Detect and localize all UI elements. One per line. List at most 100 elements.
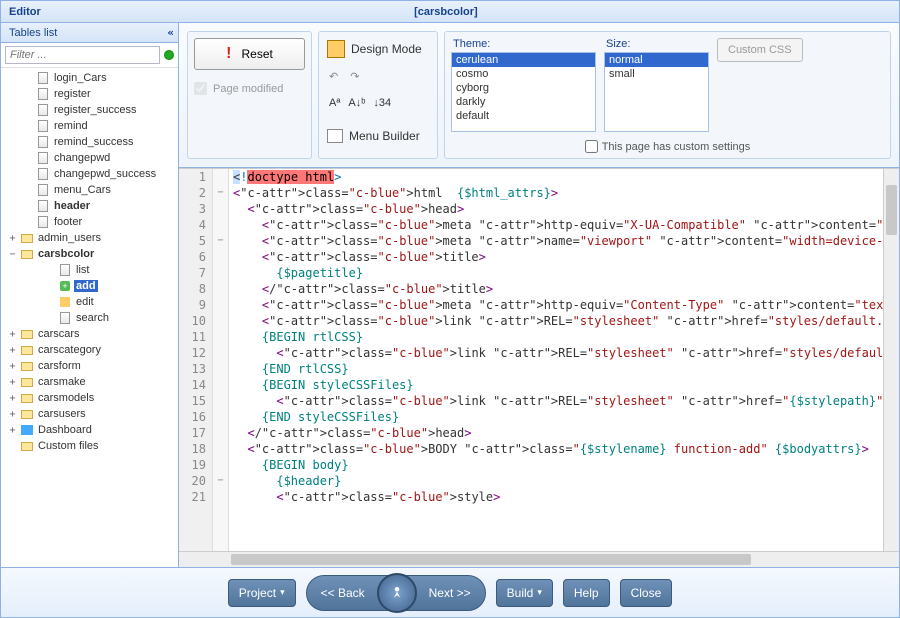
undo-icon[interactable]: ↶ [329, 70, 338, 83]
list-item[interactable]: default [452, 109, 595, 123]
menu-builder-button[interactable]: Menu Builder [325, 129, 431, 143]
sidebar-header: Tables list « [1, 23, 178, 43]
tree-label: header [52, 200, 92, 212]
folder-icon [20, 391, 34, 405]
text-tool-2[interactable]: A↓ᵇ [348, 97, 365, 109]
tree-node[interactable]: +carscategory [1, 342, 178, 358]
code-area[interactable]: <!doctype html><"c-attr">class="c-blue">… [229, 169, 899, 567]
filter-input[interactable] [5, 46, 160, 64]
file-icon [58, 263, 72, 277]
title-bar: Editor [carsbcolor] [1, 1, 899, 23]
tree-label: register_success [52, 104, 139, 116]
expand-icon[interactable]: + [7, 329, 18, 340]
tree-label: changepwd [52, 152, 112, 164]
list-item[interactable]: darkly [452, 95, 595, 109]
tree-node[interactable]: list [1, 262, 178, 278]
filter-row [1, 43, 178, 68]
tree-label: footer [52, 216, 84, 228]
tree-node[interactable]: +add [1, 278, 178, 294]
tree-node[interactable]: edit [1, 294, 178, 310]
text-tool-3[interactable]: ↓34 [373, 97, 391, 109]
tree-node[interactable]: footer [1, 214, 178, 230]
folder-icon [20, 375, 34, 389]
code-editor[interactable]: 123456789101112131415161718192021 −−− <!… [179, 168, 899, 567]
tree-node[interactable]: +carscars [1, 326, 178, 342]
tree-view[interactable]: login_Cars register register_successremind… [1, 68, 178, 567]
custom-settings-checkbox[interactable]: This page has custom settings [451, 140, 884, 153]
edit-icon [58, 295, 72, 309]
list-item[interactable]: small [605, 67, 708, 81]
text-tools-row: Aª A↓ᵇ ↓34 [325, 97, 431, 109]
expand-icon[interactable]: + [7, 425, 18, 436]
tree-node[interactable]: changepwd_success [1, 166, 178, 182]
tree-label: login_Cars [52, 72, 109, 84]
toolbar-group-design: Design Mode ↶ ↷ Aª A↓ᵇ ↓34 Menu Builder [318, 31, 438, 159]
vertical-scrollbar[interactable] [883, 169, 899, 551]
tree-label: menu_Cars [52, 184, 113, 196]
tree-node[interactable]: +carsform [1, 358, 178, 374]
tree-node[interactable]: + Dashboard [1, 422, 178, 438]
custom-css-button[interactable]: Custom CSS [717, 38, 803, 62]
folder-icon [20, 343, 34, 357]
expand-icon[interactable]: + [7, 393, 18, 404]
tree-label: Dashboard [36, 424, 94, 436]
file-icon [36, 103, 50, 117]
tree-label: edit [74, 296, 96, 308]
collapse-icon[interactable]: « [167, 26, 174, 39]
tree-node[interactable]: menu_Cars [1, 182, 178, 198]
help-button[interactable]: Help [563, 579, 610, 607]
file-icon [36, 71, 50, 85]
list-item[interactable]: normal [605, 53, 708, 67]
expand-icon[interactable]: − [7, 249, 18, 260]
page-modified-checkbox[interactable]: Page modified [194, 82, 305, 95]
tree-node[interactable]: +carsmodels [1, 390, 178, 406]
folder-icon [20, 407, 34, 421]
file-icon [58, 311, 72, 325]
tree-node[interactable]: +admin_users [1, 230, 178, 246]
list-item[interactable]: cerulean [452, 53, 595, 67]
file-icon [36, 135, 50, 149]
tree-node[interactable]: +carsmake [1, 374, 178, 390]
tree-node[interactable]: header [1, 198, 178, 214]
project-button[interactable]: Project [228, 579, 296, 607]
text-tool-1[interactable]: Aª [329, 97, 340, 109]
theme-list[interactable]: ceruleancosmocyborgdarklydefault [451, 52, 596, 132]
tree-node[interactable]: −carsbcolor [1, 246, 178, 262]
expand-icon[interactable]: + [7, 409, 18, 420]
reset-button[interactable]: ! Reset [194, 38, 305, 70]
back-button[interactable]: << Back [307, 586, 379, 600]
redo-icon[interactable]: ↷ [350, 70, 359, 83]
custom-settings-input[interactable] [585, 140, 598, 153]
document-title: [carsbcolor] [41, 6, 851, 18]
fold-gutter[interactable]: −−− [213, 169, 229, 567]
tree-node[interactable]: remind_success [1, 134, 178, 150]
tree-node[interactable]: +carsusers [1, 406, 178, 422]
close-button[interactable]: Close [620, 579, 673, 607]
list-item[interactable]: cosmo [452, 67, 595, 81]
run-button[interactable] [377, 573, 417, 613]
tree-node[interactable]: changepwd [1, 150, 178, 166]
tree-label: list [74, 264, 91, 276]
expand-icon[interactable]: + [7, 345, 18, 356]
tree-node[interactable]: search [1, 310, 178, 326]
file-icon [36, 151, 50, 165]
next-button[interactable]: Next >> [415, 586, 485, 600]
build-button[interactable]: Build [496, 579, 553, 607]
expand-icon[interactable]: + [7, 233, 18, 244]
tree-node[interactable]: Custom files [1, 438, 178, 454]
scrollbar-thumb[interactable] [886, 185, 897, 235]
tree-node[interactable]: register_success [1, 102, 178, 118]
file-icon [36, 87, 50, 101]
scrollbar-thumb[interactable] [231, 554, 751, 565]
tree-node[interactable]: register [1, 86, 178, 102]
list-item[interactable]: cyborg [452, 81, 595, 95]
expand-icon[interactable]: + [7, 377, 18, 388]
expand-icon[interactable]: + [7, 361, 18, 372]
filter-status-icon[interactable] [164, 50, 174, 60]
tree-node[interactable]: remind [1, 118, 178, 134]
tree-node[interactable]: login_Cars [1, 70, 178, 86]
horizontal-scrollbar[interactable] [179, 551, 899, 567]
tree-label: search [74, 312, 111, 324]
design-mode-button[interactable]: Design Mode [325, 38, 431, 60]
size-list[interactable]: normalsmall [604, 52, 709, 132]
